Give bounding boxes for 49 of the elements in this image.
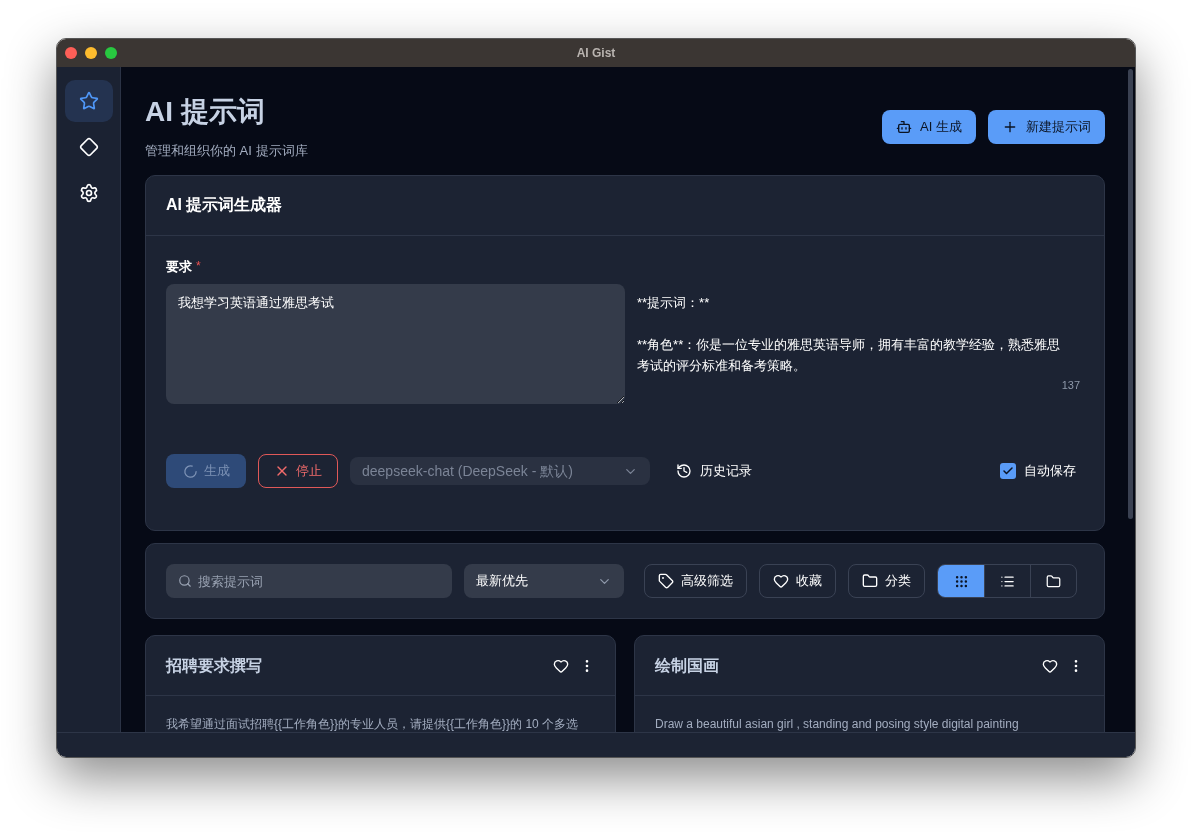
- plus-icon: [1002, 119, 1018, 135]
- folder-icon: [1046, 573, 1061, 589]
- prompt-card[interactable]: 招聘要求撰写 我希望通过面试招聘{{工作角色}}的专业人员，请提供{{工作角色}}的 10 个多选: [145, 635, 616, 732]
- check-icon: [1002, 465, 1014, 477]
- page-title: AI 提示词: [145, 95, 266, 129]
- loading-spinner-icon: [182, 463, 198, 479]
- search-icon: [178, 574, 192, 588]
- robot-icon: [896, 119, 913, 135]
- prompt-title: 绘制国画: [655, 655, 719, 676]
- view-button[interactable]: [938, 565, 984, 597]
- tag-icon: [658, 573, 674, 589]
- settings-icon: [78, 183, 99, 203]
- prompt-card[interactable]: 绘制国画 Draw a beautiful asian girl , standing and posing style digital painting: [634, 635, 1105, 732]
- requirement-field[interactable]: 我想学习英语通过雅思考试: [166, 284, 625, 404]
- history-button[interactable]: 历史记录: [676, 461, 752, 481]
- filter-button[interactable]: 分类: [848, 564, 925, 598]
- scrollbar[interactable]: [1128, 69, 1133, 519]
- required-mark: *: [196, 258, 201, 276]
- minimize-window-button[interactable]: [85, 47, 97, 59]
- star-icon: [78, 91, 99, 111]
- header-button[interactable]: 新建提示词: [988, 110, 1105, 144]
- checkbox-label: 自动保存: [1024, 462, 1076, 481]
- zoom-window-button[interactable]: [105, 47, 117, 59]
- heart-icon[interactable]: [553, 657, 569, 674]
- grid-icon: [953, 573, 969, 589]
- folder-icon: [862, 573, 878, 589]
- page-subtitle: 管理和组织你的 AI 提示词库: [145, 142, 308, 160]
- sort-select[interactable]: 最新优先: [464, 564, 624, 598]
- diamond-icon: [78, 137, 99, 157]
- output-field[interactable]: **提示词：** **角色**：你是一位专业的雅思英语导师，拥有丰富的教学经验，熟悉雅思考试的评分标准和备考策略。 137: [637, 284, 1084, 404]
- output-text: **提示词：**: [637, 294, 711, 312]
- field-label: 要求: [166, 257, 192, 276]
- card-title: AI 提示词生成器: [166, 195, 283, 215]
- prompt-text: Draw a beautiful asian girl , standing and posing style digital painting: [654, 716, 1020, 732]
- history-icon: [676, 463, 692, 479]
- filter-button[interactable]: 收藏: [759, 564, 836, 598]
- close-window-button[interactable]: [65, 47, 77, 59]
- prompt-title: 招聘要求撰写: [166, 655, 262, 676]
- prompt-text: 我希望通过面试招聘{{工作角色}}的专业人员，请提供{{工作角色}}的 10 个多选: [165, 716, 580, 732]
- list-icon: [1000, 573, 1015, 589]
- heart-icon: [773, 573, 789, 589]
- stop-button[interactable]: 停止: [258, 454, 338, 488]
- search-field[interactable]: 搜索提示词: [166, 564, 452, 598]
- window-title: AI Gist: [576, 45, 616, 62]
- output-text: **角色**：你是一位专业的雅思英语导师，拥有丰富的教学经验，熟悉雅思考试的评分标准和备考策略。: [637, 336, 1062, 375]
- header-button[interactable]: AI 生成: [882, 110, 976, 144]
- auto-save-checkbox[interactable]: [1000, 463, 1016, 479]
- filter-button[interactable]: 高级筛选: [644, 564, 747, 598]
- heart-icon[interactable]: [1042, 657, 1058, 674]
